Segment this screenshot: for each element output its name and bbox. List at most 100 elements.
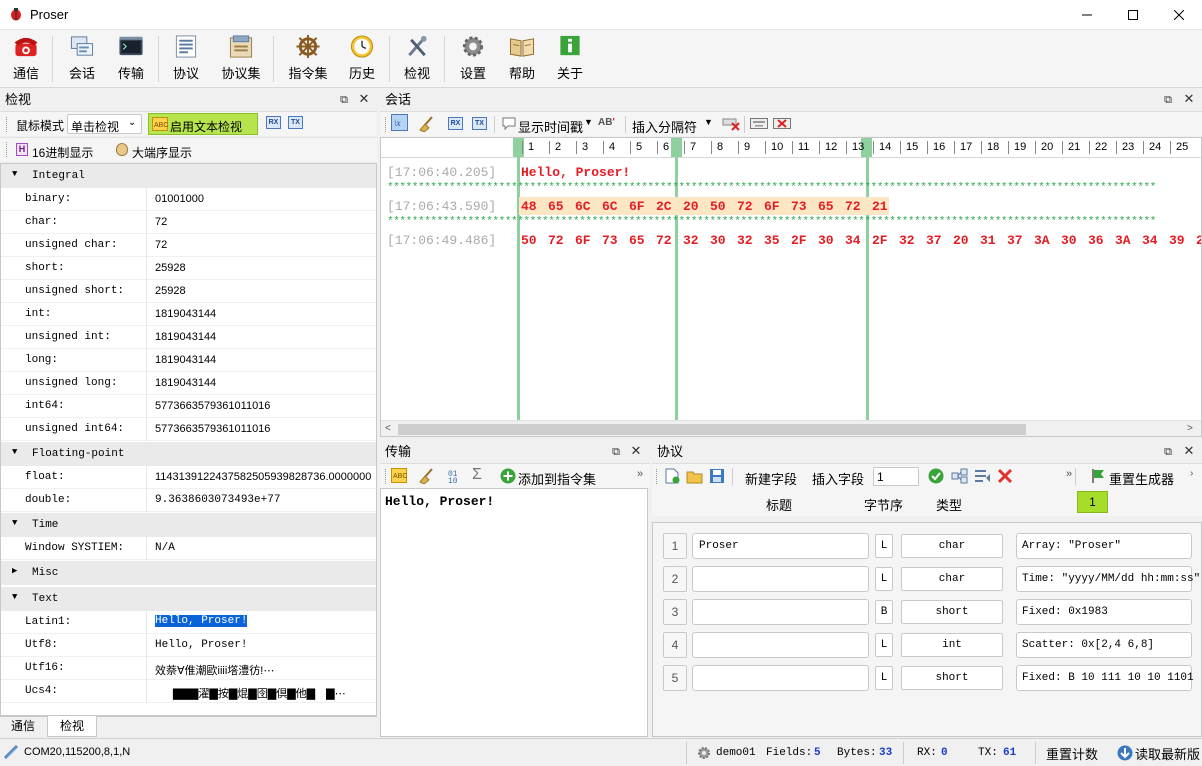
toolbar-help-button[interactable]: 帮助 <box>502 34 542 86</box>
toolbar-protocol-button[interactable]: 协议 <box>166 34 206 86</box>
protocol-field-row[interactable]: 5 Lshort Fixed: B 10 111 10 10 1101 <box>653 663 1201 693</box>
big-endian-button[interactable]: 大端序显示 <box>114 140 204 160</box>
broom-icon[interactable] <box>418 115 436 132</box>
tx-icon[interactable]: TX <box>288 116 303 129</box>
property-row[interactable]: int64: 5773663579361011016 <box>1 395 376 418</box>
reset-count-button[interactable]: 重置计数 <box>1046 744 1098 763</box>
property-row[interactable]: unsigned short: 25928 <box>1 280 376 303</box>
property-row[interactable]: int: 1819043144 <box>1 303 376 326</box>
sum-icon[interactable]: Σ <box>472 466 482 484</box>
group-time[interactable]: ▼ Time <box>1 513 376 537</box>
list-edit-icon[interactable] <box>974 468 991 484</box>
enable-text-inspect-button[interactable]: ABC 启用文本检视 <box>148 113 258 135</box>
byte-order-button[interactable]: L <box>875 534 893 558</box>
field-config-input[interactable]: Time: "yyyy/MM/dd hh:mm:ss" <box>1016 566 1200 592</box>
protocol-field-row[interactable]: 1 Proser Lchar Array: "Proser" <box>653 531 1201 561</box>
toolbar-history-button[interactable]: 历史 <box>342 34 382 86</box>
new-field-button[interactable]: 新建字段 <box>745 469 797 488</box>
field-config-input[interactable]: Fixed: 0x1983 <box>1016 599 1192 625</box>
open-folder-icon[interactable] <box>686 468 703 484</box>
scroll-right-icon[interactable]: > <box>1187 423 1193 434</box>
float-panel-icon[interactable]: ⧉ <box>609 445 623 459</box>
field-name-input[interactable]: Proser <box>692 533 869 559</box>
protocol-field-row[interactable]: 3 Bshort Fixed: 0x1983 <box>653 597 1201 627</box>
ab-font-icon[interactable]: AB' <box>598 117 615 128</box>
property-row[interactable]: short: 25928 <box>1 257 376 280</box>
hex-display-button[interactable]: H 16进制显示 <box>14 140 104 160</box>
keyboard-icon[interactable] <box>750 117 768 130</box>
close-panel-icon[interactable]: ✕ <box>629 444 643 458</box>
byte-order-button[interactable]: B <box>875 600 893 624</box>
rx-icon[interactable]: RX <box>448 117 463 130</box>
tab-inspect[interactable]: 检视 <box>47 716 97 737</box>
overflow-icon[interactable]: › <box>1190 468 1193 479</box>
checksum-icon[interactable]: 0110 <box>448 468 464 484</box>
delete-keyboard-icon[interactable] <box>773 117 791 130</box>
toolbar-session-button[interactable]: 会话 <box>62 34 102 86</box>
field-type-select[interactable]: int <box>901 633 1003 657</box>
field-config-input[interactable]: Fixed: B 10 111 10 10 1101 <box>1016 665 1194 691</box>
more-icon[interactable]: » <box>1066 468 1072 480</box>
float-panel-icon[interactable]: ⧉ <box>1161 445 1175 459</box>
field-name-input[interactable] <box>692 599 869 625</box>
field-name-input[interactable] <box>692 566 869 592</box>
close-panel-icon[interactable]: ✕ <box>1182 92 1196 106</box>
field-type-select[interactable]: short <box>901 666 1003 690</box>
toolbar-protocol-set-button[interactable]: 协议集 <box>217 34 265 86</box>
field-type-select[interactable]: short <box>901 600 1003 624</box>
session-display[interactable]: 1 2 3 4 5 6 7 8 9 10 11 12 13 14 15 16 17 18 19 20 21 22 23 24 2… <box>380 137 1202 437</box>
group-text[interactable]: ▼ Text <box>1 587 376 611</box>
byte-order-button[interactable]: L <box>875 633 893 657</box>
property-row[interactable]: Ucs4: ▇▇▇濯▇按▇焜▇囹▇倶▇他▇ ▇⋯ <box>1 680 376 703</box>
group-integral[interactable]: ▼ Integral <box>1 164 376 188</box>
scrollbar-thumb[interactable] <box>398 424 1026 435</box>
field-type-select[interactable]: char <box>901 534 1003 558</box>
byte-order-button[interactable]: L <box>875 666 893 690</box>
property-row[interactable]: unsigned int: 1819043144 <box>1 326 376 349</box>
float-panel-icon[interactable]: ⧉ <box>337 93 351 107</box>
save-icon[interactable] <box>709 468 725 484</box>
field-config-input[interactable]: Scatter: 0x[2,4 6,8] <box>1016 632 1192 658</box>
rx-icon[interactable]: RX <box>266 116 281 129</box>
property-row[interactable]: unsigned long: 1819043144 <box>1 372 376 395</box>
more-icon[interactable]: » <box>637 468 643 480</box>
close-panel-icon[interactable]: ✕ <box>357 92 371 106</box>
read-latest-button[interactable]: 读取最新版 <box>1135 744 1200 763</box>
field-type-select[interactable]: char <box>901 567 1003 591</box>
property-row[interactable]: Utf8: Hello, Proser! <box>1 634 376 657</box>
add-to-command-set-button[interactable]: 添加到指令集 <box>500 466 600 487</box>
property-row[interactable]: double: 9.3638603073493e+77 <box>1 489 376 512</box>
toolbar-settings-button[interactable]: 设置 <box>453 34 493 86</box>
property-row[interactable]: unsigned char: 72 <box>1 234 376 257</box>
new-file-icon[interactable] <box>664 468 680 484</box>
hex-view-toggle[interactable]: \x <box>391 114 408 131</box>
network-icon[interactable] <box>951 468 968 484</box>
property-row[interactable]: Latin1: Hello, Proser! <box>1 611 376 634</box>
protocol-field-row[interactable]: 2 Lchar Time: "yyyy/MM/dd hh:mm:ss" <box>653 564 1201 594</box>
toolbar-inspect-button[interactable]: 检视 <box>397 34 437 86</box>
insert-field-input[interactable]: 1 <box>873 467 919 486</box>
minimize-button[interactable] <box>1064 0 1110 30</box>
byte-order-button[interactable]: L <box>875 567 893 591</box>
check-circle-icon[interactable] <box>928 468 944 484</box>
show-timestamp-button[interactable]: 显示时间戳 ▼ <box>500 113 594 135</box>
group-floating[interactable]: ▼ Floating-point <box>1 442 376 466</box>
broom-icon[interactable] <box>418 467 436 484</box>
property-row[interactable]: unsigned int64: 5773663579361011016 <box>1 418 376 441</box>
insert-separator-button[interactable]: 插入分隔符 ▼ <box>630 113 716 135</box>
field-config-input[interactable]: Array: "Proser" <box>1016 533 1192 559</box>
protocol-field-row[interactable]: 4 Lint Scatter: 0x[2,4 6,8] <box>653 630 1201 660</box>
field-name-input[interactable] <box>692 632 869 658</box>
delete-icon[interactable] <box>997 468 1013 484</box>
toolbar-about-button[interactable]: 关于 <box>550 34 590 86</box>
horizontal-scrollbar[interactable]: < > <box>381 420 1201 436</box>
property-row[interactable]: Utf16: 效萘∀倠潮歐iiii㙮澧彷!⋯ <box>1 657 376 680</box>
property-row[interactable]: long: 1819043144 <box>1 349 376 372</box>
property-row[interactable]: Window SYSTIEM: N/A <box>1 537 376 560</box>
mouse-mode-select[interactable]: 单击检视 ⌄ <box>67 114 142 134</box>
property-row[interactable]: char: 72 <box>1 211 376 234</box>
scroll-left-icon[interactable]: < <box>385 423 391 434</box>
abc-icon[interactable]: ABC <box>391 468 407 483</box>
insert-field-button[interactable]: 插入字段 <box>812 469 864 488</box>
property-row[interactable]: float: 1143139122437582505939828736.00000… <box>1 466 376 489</box>
